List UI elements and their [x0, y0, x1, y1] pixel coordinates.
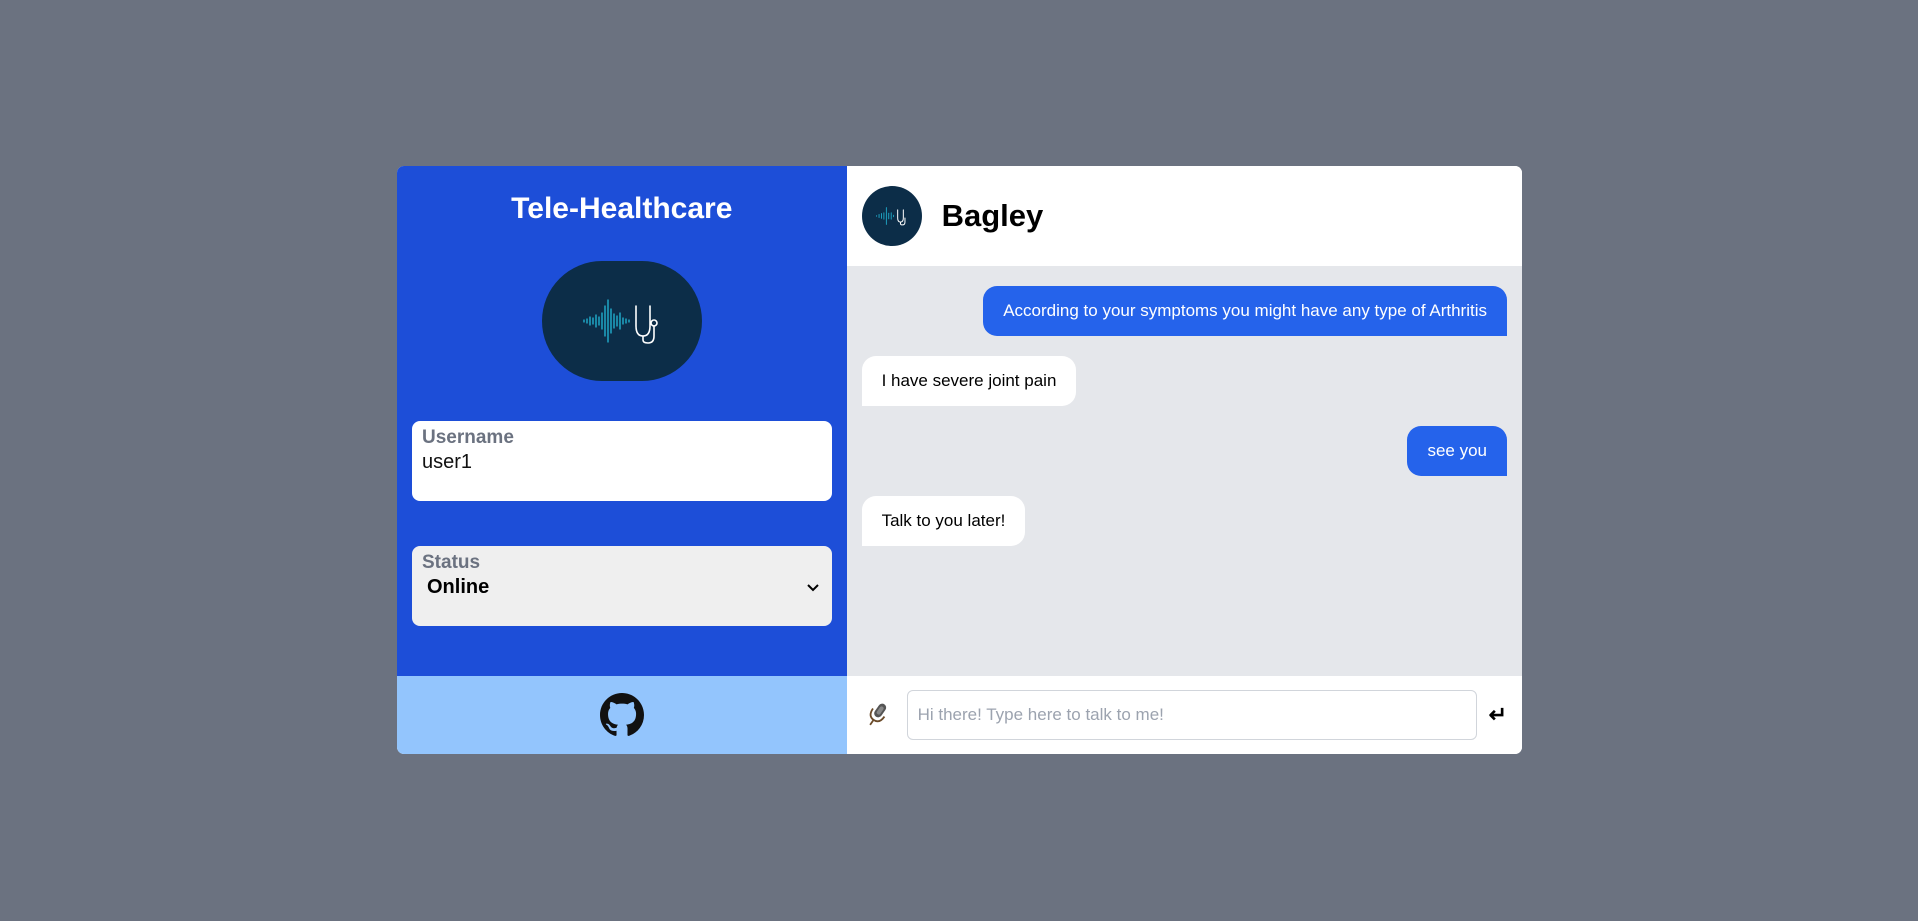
- enter-icon: ↵: [1488, 702, 1507, 727]
- chevron-down-icon: [806, 576, 820, 599]
- status-select[interactable]: Online: [422, 576, 822, 599]
- message-list: According to your symptoms you might hav…: [846, 266, 1522, 676]
- avatar: [861, 186, 922, 246]
- bot-message: Talk to you later!: [861, 496, 1026, 546]
- chat-panel: Bagley According to your symptoms you mi…: [846, 166, 1522, 754]
- profile-panel: Tele-Healthcare Username user1 Status On…: [397, 166, 847, 676]
- app-title: Tele-Healthcare: [511, 192, 733, 225]
- waveform-stethoscope-icon: [542, 261, 702, 381]
- chat-input[interactable]: [906, 690, 1477, 740]
- waveform-stethoscope-icon: [875, 207, 906, 226]
- status-label: Status: [422, 552, 481, 573]
- github-icon[interactable]: [599, 693, 644, 737]
- bot-message: I have severe joint pain: [861, 356, 1077, 406]
- microphone-icon[interactable]: [862, 701, 892, 729]
- chat-input-bar: ↵: [846, 676, 1522, 754]
- send-button[interactable]: ↵: [1489, 702, 1507, 728]
- username-input[interactable]: [422, 451, 812, 474]
- bot-name: Bagley: [941, 198, 1044, 233]
- chat-header: Bagley: [846, 166, 1522, 266]
- status-selected-value: Online: [427, 576, 490, 598]
- left-footer: [397, 676, 847, 754]
- user-message: According to your symptoms you might hav…: [983, 286, 1507, 336]
- status-field: Status Online: [412, 546, 832, 626]
- username-field: Username: [412, 421, 832, 501]
- app-window: Tele-Healthcare Username user1 Status On…: [397, 166, 1522, 754]
- user-message: see you: [1407, 426, 1507, 476]
- username-label: Username: [422, 427, 514, 448]
- left-panel: Tele-Healthcare Username user1 Status On…: [397, 166, 847, 754]
